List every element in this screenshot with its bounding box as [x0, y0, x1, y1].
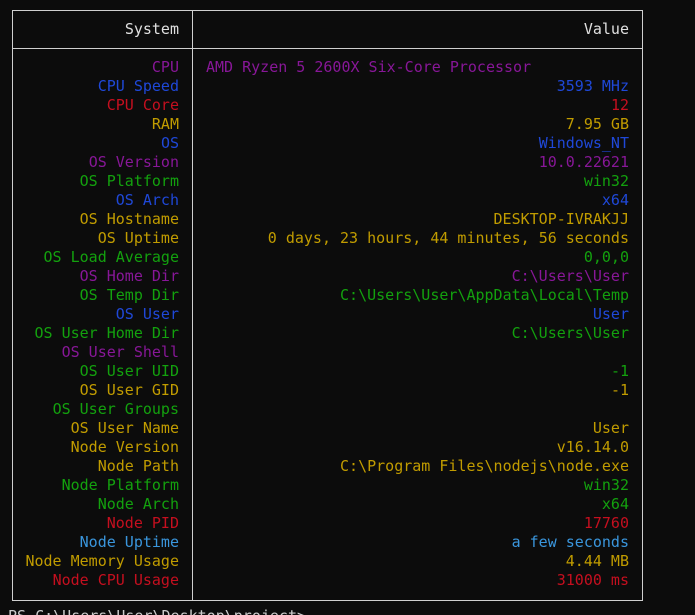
- table-row: Node Memory Usage 4.44 MB: [13, 552, 642, 571]
- table-rows: CPU AMD Ryzen 5 2600X Six-Core Processor C…: [13, 58, 642, 590]
- table-row: OS Arch x64: [13, 191, 642, 210]
- row-key: Node Path: [97, 457, 179, 475]
- row-key: OS Home Dir: [79, 267, 179, 285]
- row-key: OS User Shell: [61, 343, 179, 361]
- row-key: OS Version: [88, 153, 179, 171]
- row-key: Node Memory Usage: [25, 552, 179, 570]
- row-value: C:\Users\User: [511, 324, 629, 342]
- row-value: 0 days, 23 hours, 44 minutes, 56 seconds: [267, 229, 629, 247]
- row-key: OS User Home Dir: [34, 324, 180, 342]
- row-key: OS User Name: [70, 419, 179, 437]
- row-key: OS Platform: [79, 172, 179, 190]
- row-value: x64: [601, 495, 629, 513]
- row-key: RAM: [151, 115, 179, 133]
- row-value: 0,0,0: [583, 248, 629, 266]
- row-value: C:\Users\User\AppData\Local\Temp: [340, 286, 629, 304]
- row-value: 10.0.22621: [538, 153, 629, 171]
- table-row: Node Uptime a few seconds: [13, 533, 642, 552]
- table-row: Node Version v16.14.0: [13, 438, 642, 457]
- row-key: Node Platform: [61, 476, 179, 494]
- table-row: OS Load Average 0,0,0: [13, 248, 642, 267]
- row-key: OS User GID: [79, 381, 179, 399]
- row-value: v16.14.0: [556, 438, 629, 456]
- table-row: CPU Core 12: [13, 96, 642, 115]
- row-value: AMD Ryzen 5 2600X Six-Core Processor: [206, 58, 532, 76]
- table-row: CPU AMD Ryzen 5 2600X Six-Core Processor: [13, 58, 642, 77]
- table-row: RAM 7.95 GB: [13, 115, 642, 134]
- table-row: CPU Speed 3593 MHz: [13, 77, 642, 96]
- row-key: OS Uptime: [97, 229, 179, 247]
- row-key: Node CPU Usage: [52, 571, 179, 589]
- row-key: Node Arch: [97, 495, 179, 513]
- row-key: CPU: [151, 58, 179, 76]
- table-row: Node Path C:\Program Files\nodejs\node.ex…: [13, 457, 642, 476]
- row-key: OS User: [115, 305, 179, 323]
- table-row: OS User User: [13, 305, 642, 324]
- row-value: 4.44 MB: [565, 552, 629, 570]
- row-key: CPU Core: [106, 96, 179, 114]
- row-value: 12: [610, 96, 629, 114]
- table-row: OS User Groups: [13, 400, 642, 419]
- row-value: 7.95 GB: [565, 115, 629, 133]
- row-key: OS User UID: [79, 362, 179, 380]
- row-value: -1: [610, 381, 629, 399]
- table-row: OS User Shell: [13, 343, 642, 362]
- table-row: OS User Home Dir C:\Users\User: [13, 324, 642, 343]
- row-value: Windows_NT: [538, 134, 629, 152]
- row-value: 3593 MHz: [556, 77, 629, 95]
- table-row: Node PID 17760: [13, 514, 642, 533]
- row-value: User: [592, 305, 629, 323]
- row-value: -1: [610, 362, 629, 380]
- table-row: OS Version 10.0.22621: [13, 153, 642, 172]
- row-value: 31000 ms: [556, 571, 629, 589]
- row-value: a few seconds: [511, 533, 629, 551]
- table-row: Node Platform win32: [13, 476, 642, 495]
- header-divider: [13, 48, 642, 49]
- header-system: System: [124, 20, 179, 38]
- row-value: win32: [583, 476, 629, 494]
- table-row: OS User GID -1: [13, 381, 642, 400]
- row-key: CPU Speed: [97, 77, 179, 95]
- table-row: OS Platform win32: [13, 172, 642, 191]
- row-key: Node Version: [70, 438, 179, 456]
- terminal-prompt[interactable]: PS C:\Users\User\Desktop\project>: [8, 607, 315, 615]
- row-value: C:\Users\User: [511, 267, 629, 285]
- row-key: OS Load Average: [43, 248, 179, 266]
- table-row: OS Windows_NT: [13, 134, 642, 153]
- row-value: win32: [583, 172, 629, 190]
- table-row: OS Hostname DESKTOP-IVRAKJJ: [13, 210, 642, 229]
- table-row: OS User Name User: [13, 419, 642, 438]
- row-value: User: [592, 419, 629, 437]
- table-row: OS User UID -1: [13, 362, 642, 381]
- row-value: C:\Program Files\nodejs\node.exe: [340, 457, 629, 475]
- table-row: OS Temp Dir C:\Users\User\AppData\Local\T…: [13, 286, 642, 305]
- row-key: OS Arch: [115, 191, 179, 209]
- row-key: OS Temp Dir: [79, 286, 179, 304]
- row-key: Node Uptime: [79, 533, 179, 551]
- row-value: 17760: [583, 514, 629, 532]
- row-key: OS User Groups: [52, 400, 179, 418]
- header-value: Value: [583, 20, 629, 38]
- row-key: Node PID: [106, 514, 179, 532]
- table-row: OS Home Dir C:\Users\User: [13, 267, 642, 286]
- table-row: OS Uptime 0 days, 23 hours, 44 minutes, 5…: [13, 229, 642, 248]
- table-row: Node Arch x64: [13, 495, 642, 514]
- row-key: OS: [160, 134, 179, 152]
- table-row: Node CPU Usage 31000 ms: [13, 571, 642, 590]
- row-value: DESKTOP-IVRAKJJ: [493, 210, 629, 228]
- row-key: OS Hostname: [79, 210, 179, 228]
- row-value: x64: [601, 191, 629, 209]
- system-info-table: System Value CPU AMD Ryzen 5 2600X Six-Co…: [12, 10, 643, 601]
